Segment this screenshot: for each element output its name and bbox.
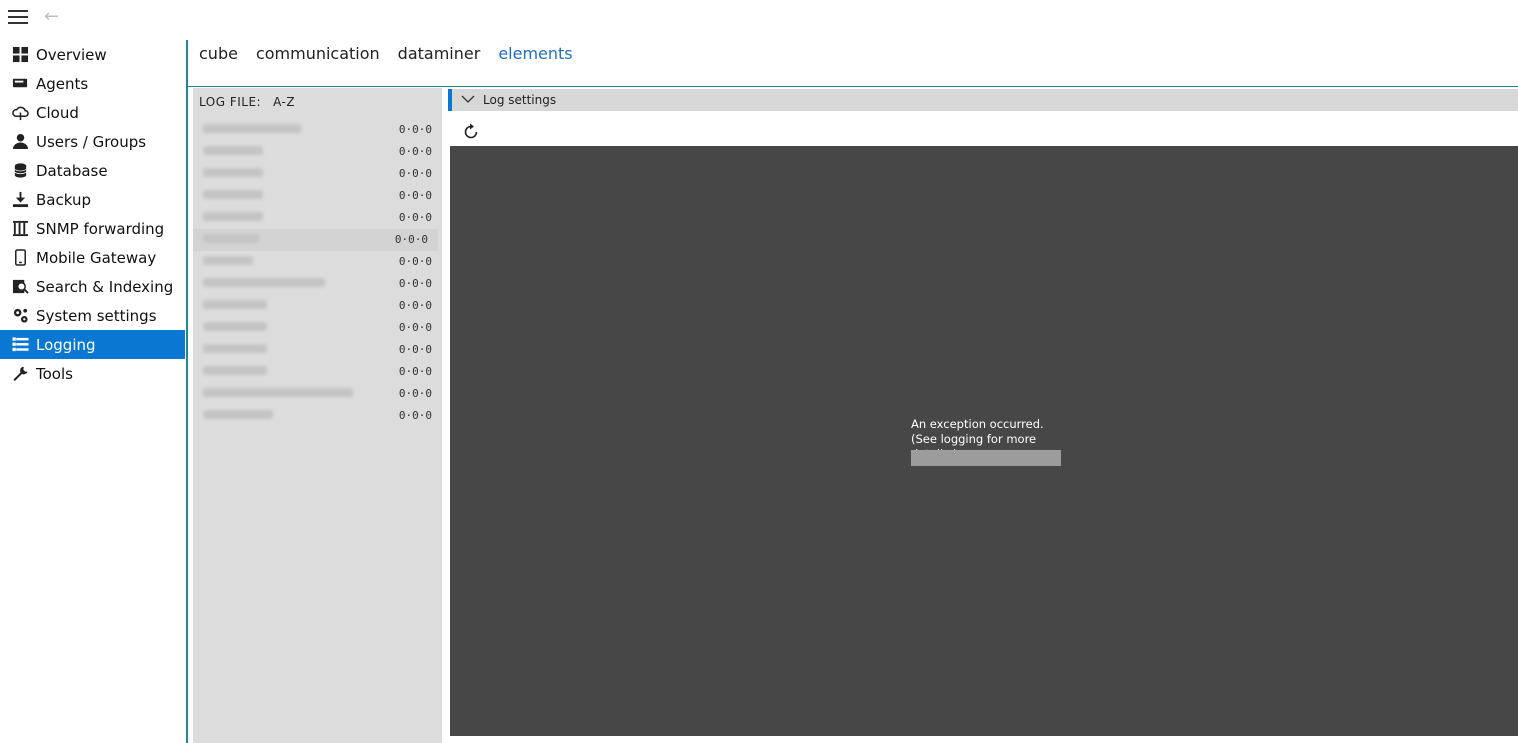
- log-file-name-redacted: [203, 366, 267, 375]
- chevron-down-icon: [461, 95, 475, 103]
- log-level-values: 0·0·0: [398, 255, 432, 268]
- log-level-values: 0·0·0: [394, 233, 428, 246]
- log-settings-header[interactable]: Log settings: [448, 89, 1518, 111]
- sidebar-item-label: Agents: [36, 74, 89, 93]
- log-file-name-redacted: [203, 278, 325, 287]
- log-level-values: 0·0·0: [398, 211, 432, 224]
- tab-cube[interactable]: cube: [199, 44, 238, 68]
- search-index-icon: [10, 278, 30, 296]
- log-file-label: LOG FILE:: [199, 95, 262, 109]
- log-level-values: 0·0·0: [398, 409, 432, 422]
- log-file-name-redacted: [203, 256, 253, 265]
- log-file-name-redacted: [203, 124, 301, 133]
- log-file-header: LOG FILE: A-Z: [199, 95, 295, 109]
- log-file-name-redacted: [203, 234, 259, 243]
- download-icon: [10, 191, 30, 209]
- sidebar-item-logging[interactable]: Logging: [0, 330, 185, 359]
- log-file-row[interactable]: 0·0·0: [193, 273, 442, 295]
- log-level-values: 0·0·0: [398, 189, 432, 202]
- log-file-name-redacted: [203, 300, 267, 309]
- sidebar-item-system-settings[interactable]: System settings: [0, 301, 186, 330]
- log-level-values: 0·0·0: [398, 167, 432, 180]
- log-file-name-redacted: [203, 344, 267, 353]
- log-file-row[interactable]: 0·0·0: [193, 185, 442, 207]
- sidebar-item-users-groups[interactable]: Users / Groups: [0, 127, 186, 156]
- grid-icon: [10, 46, 30, 64]
- log-file-row[interactable]: 0·0·0: [193, 251, 442, 273]
- log-level-values: 0·0·0: [398, 387, 432, 400]
- log-file-row[interactable]: 0·0·0: [193, 383, 442, 405]
- log-file-name-redacted: [203, 410, 273, 419]
- sidebar-item-agents[interactable]: Agents: [0, 69, 186, 98]
- log-file-row[interactable]: 0·0·0: [193, 339, 442, 361]
- sidebar-item-tools[interactable]: Tools: [0, 359, 186, 388]
- sort-az-button[interactable]: A-Z: [273, 95, 295, 109]
- refresh-icon[interactable]: [461, 122, 481, 142]
- sidebar-item-database[interactable]: Database: [0, 156, 186, 185]
- log-file-row[interactable]: 0·0·0: [193, 163, 442, 185]
- sidebar-item-label: SNMP forwarding: [36, 219, 165, 238]
- sidebar-divider: [186, 40, 188, 743]
- cloud-icon: [10, 104, 30, 122]
- snmp-icon: [10, 220, 30, 238]
- list-icon: [10, 336, 30, 354]
- log-category-tabs: cube communication dataminer elements: [199, 44, 573, 68]
- database-icon: [10, 162, 30, 180]
- top-bar: ←: [0, 0, 1518, 36]
- log-file-row[interactable]: 0·0·0: [193, 207, 442, 229]
- log-file-name-redacted: [203, 190, 263, 199]
- sidebar-item-label: Logging: [36, 335, 96, 354]
- sidebar-item-label: Database: [36, 161, 108, 180]
- sidebar-item-search-indexing[interactable]: Search & Indexing: [0, 272, 186, 301]
- hamburger-icon[interactable]: [8, 10, 28, 26]
- log-level-values: 0·0·0: [398, 343, 432, 356]
- sidebar-item-snmp-forwarding[interactable]: SNMP forwarding: [0, 214, 186, 243]
- sidebar-item-label: Backup: [36, 190, 91, 209]
- gears-icon: [10, 307, 30, 325]
- log-file-name-redacted: [203, 212, 263, 221]
- log-file-name-redacted: [203, 388, 353, 397]
- sidebar: Overview Agents Cloud Users / Groups Databas…: [0, 40, 186, 388]
- log-file-list: LOG FILE: A-Z 0·0·0 0·0·0 0·0·0 0·0·0 0·0·0 0·…: [193, 88, 442, 743]
- log-level-values: 0·0·0: [398, 321, 432, 334]
- log-level-values: 0·0·0: [398, 123, 432, 136]
- agent-icon: [10, 75, 30, 93]
- sidebar-item-label: Tools: [36, 364, 73, 383]
- log-file-row[interactable]: 0·0·0: [193, 119, 442, 141]
- sidebar-item-backup[interactable]: Backup: [0, 185, 186, 214]
- log-level-values: 0·0·0: [398, 145, 432, 158]
- mobile-icon: [10, 249, 30, 267]
- wrench-icon: [10, 365, 30, 383]
- tab-communication[interactable]: communication: [256, 44, 380, 68]
- exception-details-bar: [911, 450, 1061, 466]
- log-file-row[interactable]: 0·0·0: [193, 405, 442, 427]
- tab-dataminer[interactable]: dataminer: [398, 44, 481, 68]
- log-file-name-redacted: [203, 146, 263, 155]
- sidebar-item-label: Users / Groups: [36, 132, 147, 151]
- log-file-row[interactable]: 0·0·0: [193, 141, 442, 163]
- log-file-row[interactable]: 0·0·0: [193, 229, 438, 251]
- user-icon: [10, 133, 30, 151]
- sidebar-item-label: Search & Indexing: [36, 277, 174, 296]
- log-level-values: 0·0·0: [398, 277, 432, 290]
- tabs-divider: [188, 86, 1518, 87]
- sidebar-item-label: Overview: [36, 45, 107, 64]
- back-arrow-icon[interactable]: ←: [44, 6, 59, 27]
- tab-elements[interactable]: elements: [498, 44, 572, 68]
- log-file-row[interactable]: 0·0·0: [193, 361, 442, 383]
- log-level-values: 0·0·0: [398, 299, 432, 312]
- log-settings-label: Log settings: [483, 93, 557, 107]
- sidebar-item-mobile-gateway[interactable]: Mobile Gateway: [0, 243, 186, 272]
- log-file-row[interactable]: 0·0·0: [193, 317, 442, 339]
- sidebar-item-cloud[interactable]: Cloud: [0, 98, 186, 127]
- log-file-row[interactable]: 0·0·0: [193, 295, 442, 317]
- sidebar-item-label: Cloud: [36, 103, 79, 122]
- sidebar-item-label: System settings: [36, 306, 157, 325]
- log-level-values: 0·0·0: [398, 365, 432, 378]
- log-file-name-redacted: [203, 168, 263, 177]
- sidebar-item-overview[interactable]: Overview: [0, 40, 186, 69]
- log-file-name-redacted: [203, 322, 267, 331]
- sidebar-item-label: Mobile Gateway: [36, 248, 157, 267]
